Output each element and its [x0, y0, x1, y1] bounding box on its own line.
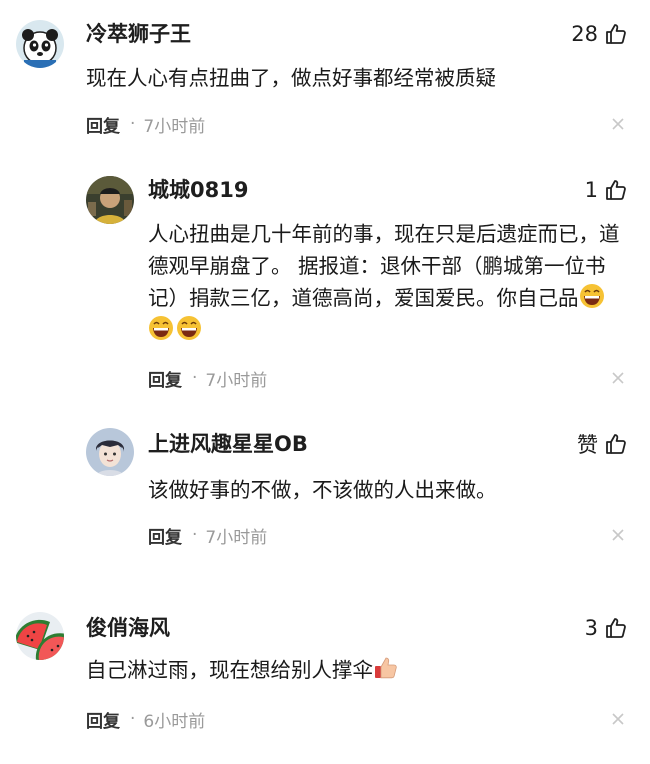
reply-1: 城城0819 1 人心扭曲是几十年前的事，现在只是后遗症而已，道德观早崩盘了。 …	[0, 160, 650, 410]
close-icon[interactable]	[610, 370, 626, 386]
like-button[interactable]: 28	[571, 20, 628, 48]
like-button[interactable]: 赞	[577, 430, 628, 458]
timestamp: 7小时前	[205, 370, 268, 391]
avatar-watermelon[interactable]	[16, 612, 64, 660]
separator-dot: ·	[192, 525, 198, 545]
close-icon[interactable]	[610, 711, 626, 727]
thumbs-up-outline-icon	[604, 22, 628, 46]
like-count: 1	[584, 178, 598, 202]
reply-button[interactable]: 回复	[148, 523, 182, 548]
thumbs-up-outline-icon	[604, 616, 628, 640]
reply-button[interactable]: 回复	[86, 707, 120, 732]
timestamp: 7小时前	[143, 116, 206, 137]
avatar-boy[interactable]	[86, 428, 134, 476]
like-count: 赞	[577, 433, 598, 457]
comment-text: 该做好事的不做，不该做的人出来做。	[148, 478, 497, 502]
thumbs-up-outline-icon	[604, 178, 628, 202]
username[interactable]: 城城0819	[148, 176, 248, 204]
username[interactable]: 冷萃狮子王	[86, 20, 191, 48]
like-button[interactable]: 3	[585, 614, 628, 642]
timestamp: 6小时前	[143, 711, 206, 732]
like-count: 3	[584, 616, 598, 640]
avatar-person[interactable]	[86, 176, 134, 224]
comment-meta: 回复 · 7小时前	[148, 522, 267, 548]
comment-text-content: 人心扭曲是几十年前的事，现在只是后遗症而已，道德观早崩盘了。 据报道：退休干部（…	[148, 222, 620, 310]
username[interactable]: 俊俏海风	[86, 614, 170, 642]
grin-emoji	[148, 315, 174, 341]
thumbs-up-emoji	[373, 655, 399, 681]
reply-button[interactable]: 回复	[148, 366, 182, 391]
separator-dot: ·	[130, 114, 136, 134]
comment-text: 人心扭曲是几十年前的事，现在只是后遗症而已，道德观早崩盘了。 据报道：退休干部（…	[148, 218, 632, 346]
grin-emoji	[579, 283, 605, 309]
comment-2: 俊俏海风 3 自己淋过雨，现在想给别人撑伞 回复 · 6小时前	[0, 600, 650, 764]
username[interactable]: 上进风趣星星OB	[148, 430, 308, 458]
separator-dot: ·	[130, 709, 136, 729]
comment-meta: 回复 · 7小时前	[148, 365, 267, 391]
like-button[interactable]: 1	[585, 176, 628, 204]
reply-button[interactable]: 回复	[86, 112, 120, 137]
separator-dot: ·	[192, 368, 198, 388]
comment-1: 冷萃狮子王 28 现在人心有点扭曲了，做点好事都经常被质疑 回复 · 7小时前	[0, 0, 650, 160]
like-count: 28	[571, 22, 598, 46]
comment-text: 现在人心有点扭曲了，做点好事都经常被质疑	[86, 66, 496, 90]
grin-emoji	[176, 315, 202, 341]
comment-text-content: 自己淋过雨，现在想给别人撑伞	[86, 658, 373, 682]
comment-thread: 冷萃狮子王 28 现在人心有点扭曲了，做点好事都经常被质疑 回复 · 7小时前	[0, 0, 650, 764]
reply-2: 上进风趣星星OB 赞 该做好事的不做，不该做的人出来做。 回复 · 7小时前	[0, 410, 650, 580]
thumbs-up-outline-icon	[604, 432, 628, 456]
timestamp: 7小时前	[205, 527, 268, 548]
comment-meta: 回复 · 6小时前	[86, 706, 205, 732]
close-icon[interactable]	[610, 527, 626, 543]
close-icon[interactable]	[610, 116, 626, 132]
comment-meta: 回复 · 7小时前	[86, 111, 205, 137]
comment-text: 自己淋过雨，现在想给别人撑伞	[86, 654, 626, 686]
avatar-panda[interactable]	[16, 20, 64, 68]
